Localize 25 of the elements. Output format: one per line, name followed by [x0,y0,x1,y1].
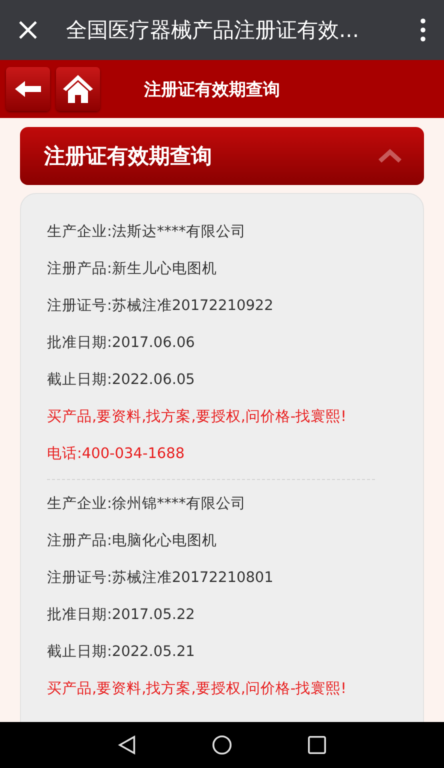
section-header[interactable]: 注册证有效期查询 [20,127,424,185]
arrow-left-icon [15,81,41,97]
promo-text: 电话:400-034-1688 [47,445,186,464]
info-text: 注册证号:苏械注准20172210922 [47,297,274,316]
house-icon [62,74,94,104]
info-text: 批准日期:2017.05.22 [47,606,196,625]
info-text: 注册产品:电脑化心电图机 [47,532,218,551]
home-button[interactable] [56,67,100,111]
info-text: 截止日期:2022.06.05 [47,371,196,390]
promo-text: 买产品,要资料,找方案,要授权,问价格-找寰熙! [47,408,348,427]
recents-icon[interactable] [308,736,326,754]
page-title: 注册证有效期查询 [144,78,280,100]
more-icon[interactable] [420,18,426,42]
close-icon[interactable] [18,20,38,40]
promo-text: 买产品,要资料,找方案,要授权,问价格-找寰熙! [47,680,348,699]
back-icon[interactable] [118,735,136,755]
window-title: 全国医疗器械产品注册证有效... [66,17,360,44]
back-button[interactable] [6,67,50,111]
info-text: 生产企业:徐州锦****有限公司 [47,495,247,514]
info-text: 截止日期:2022.05.21 [47,643,196,662]
info-text: 注册证号:苏械注准20172210801 [47,569,274,588]
home-icon[interactable] [212,735,232,755]
info-text: 批准日期:2017.06.06 [47,334,196,353]
info-text: 注册产品:新生儿心电图机 [47,260,218,279]
info-text: 生产企业:法斯达****有限公司 [47,223,247,242]
